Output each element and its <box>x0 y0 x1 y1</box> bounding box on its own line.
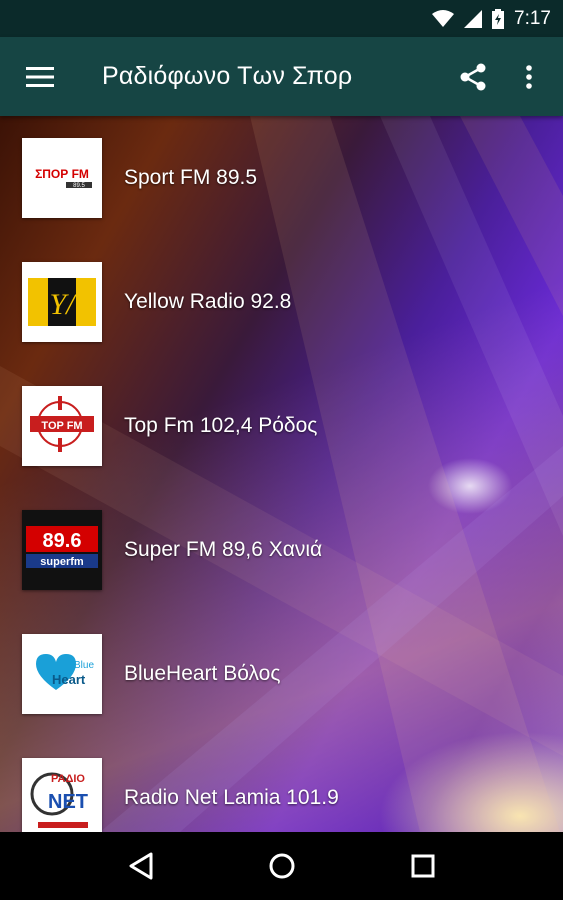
list-item[interactable]: Blue Heart BlueHeart Βόλος <box>0 612 563 736</box>
home-circle-icon[interactable] <box>252 836 312 896</box>
navigation-bar <box>0 832 563 900</box>
station-name: Super FM 89,6 Χανιά <box>124 538 323 561</box>
logo-sub-text: Heart <box>52 672 86 687</box>
recents-square-icon[interactable] <box>393 836 453 896</box>
app-bar: Ραδιόφωνο Των Σπορ <box>0 37 563 116</box>
list-item[interactable]: Y/ Yellow Radio 92.8 <box>0 240 563 364</box>
station-list: ΣΠΟΡ FM 89.5 Sport FM 89.5 Y/ Yellow Rad… <box>0 116 563 832</box>
logo-sub-text: superfm <box>40 556 84 568</box>
station-name: BlueHeart Βόλος <box>124 662 281 685</box>
station-logo: ΡΑΔΙΟ NET <box>22 758 102 832</box>
station-logo: 89.6 superfm <box>22 510 102 590</box>
station-name: Radio Net Lamia 101.9 <box>124 786 339 809</box>
logo-text: Blue <box>74 660 94 671</box>
signal-icon <box>464 9 483 28</box>
station-logo: Y/ <box>22 262 102 342</box>
list-item[interactable]: ΣΠΟΡ FM 89.5 Sport FM 89.5 <box>0 116 563 240</box>
station-name: Sport FM 89.5 <box>124 166 258 189</box>
status-bar: 7:17 <box>0 0 563 37</box>
list-item[interactable]: TOP FM Top Fm 102,4 Ρόδος <box>0 364 563 488</box>
wifi-icon <box>432 9 455 28</box>
back-triangle-icon[interactable] <box>111 836 171 896</box>
more-vertical-icon[interactable] <box>501 37 557 116</box>
logo-text: 89.6 <box>43 530 82 552</box>
logo-sub-text: 89.5 <box>73 183 85 189</box>
page-title: Ραδιόφωνο Των Σπορ <box>102 62 353 90</box>
status-time: 7:17 <box>514 7 551 29</box>
hamburger-menu-icon[interactable] <box>0 37 80 116</box>
logo-text: TOP FM <box>41 420 82 432</box>
station-name: Top Fm 102,4 Ρόδος <box>124 414 318 437</box>
battery-icon <box>492 8 505 29</box>
logo-text: ΡΑΔΙΟ <box>51 773 85 785</box>
share-icon[interactable] <box>445 37 501 116</box>
station-list-background: ΣΠΟΡ FM 89.5 Sport FM 89.5 Y/ Yellow Rad… <box>0 116 563 832</box>
list-item[interactable]: 89.6 superfm Super FM 89,6 Χανιά <box>0 488 563 612</box>
logo-sub-text: NET <box>48 791 88 813</box>
logo-text: ΣΠΟΡ FM <box>35 167 89 181</box>
station-name: Yellow Radio 92.8 <box>124 290 292 313</box>
list-item[interactable]: ΡΑΔΙΟ NET Radio Net Lamia 101.9 <box>0 736 563 832</box>
station-logo: TOP FM <box>22 386 102 466</box>
logo-text: Y/ <box>49 288 77 321</box>
station-logo: Blue Heart <box>22 634 102 714</box>
station-logo: ΣΠΟΡ FM 89.5 <box>22 138 102 218</box>
